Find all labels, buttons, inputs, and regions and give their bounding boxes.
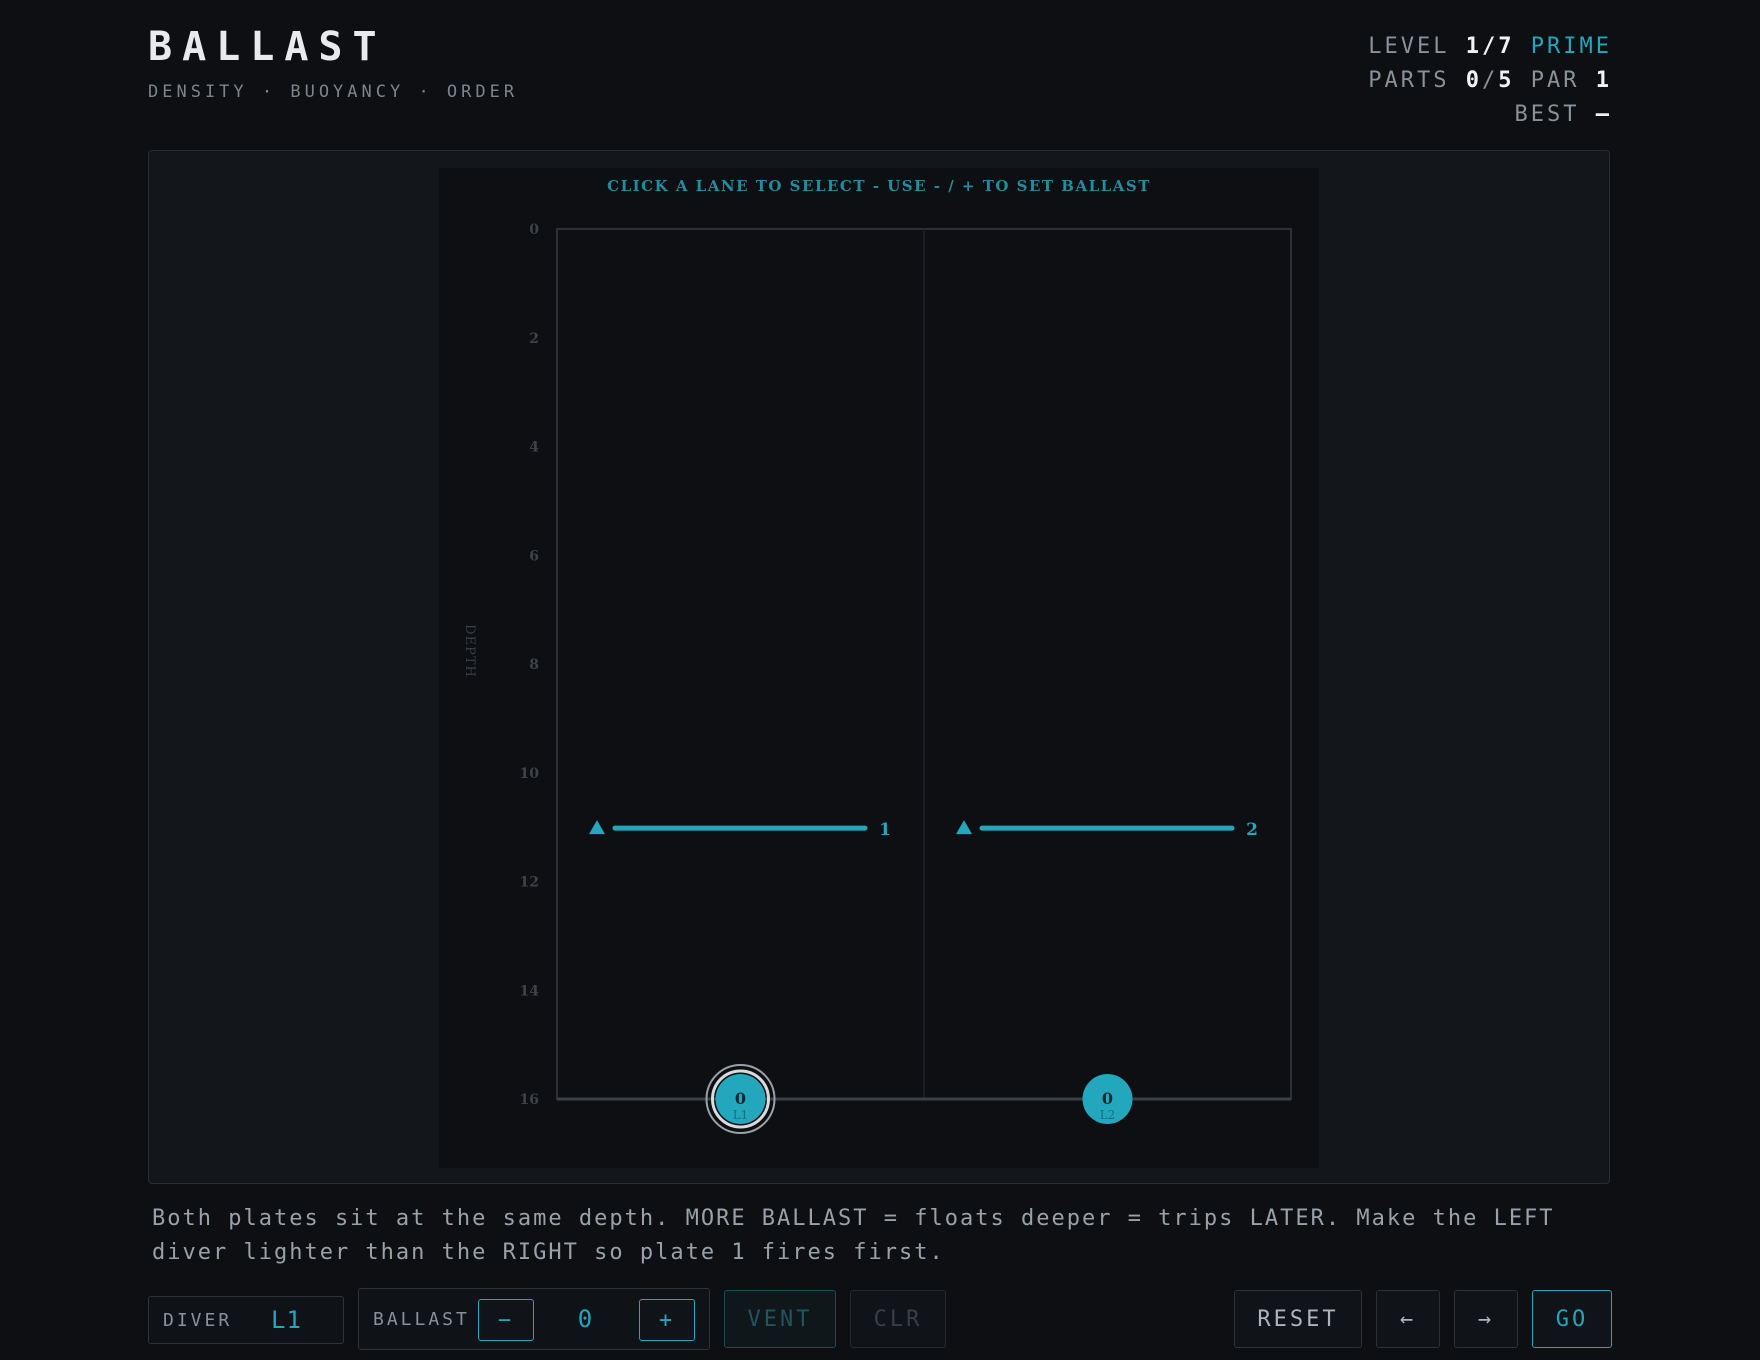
diver-label: DIVER <box>163 1310 233 1331</box>
depth-tick-label: 10 <box>520 766 540 782</box>
board-instruction: CLICK A LANE TO SELECT - USE - / + TO SE… <box>607 177 1151 195</box>
level-row: LEVEL 1/7 PRIME <box>1368 34 1612 59</box>
board-canvas[interactable]: CLICK A LANE TO SELECT - USE - / + TO SE… <box>149 151 1611 1185</box>
depth-tick-label: 12 <box>520 875 539 891</box>
next-level-button[interactable]: → <box>1454 1290 1518 1348</box>
level-hint: Both plates sit at the same depth. MORE … <box>152 1206 1555 1265</box>
vent-button[interactable]: VENT <box>724 1290 836 1348</box>
lane-hitbox[interactable] <box>557 229 924 1099</box>
depth-tick-label: 8 <box>529 657 539 673</box>
best-label: BEST <box>1514 102 1580 127</box>
depth-axis-label: DEPTH <box>462 624 477 678</box>
best-row: BEST — <box>1368 98 1612 132</box>
par-label: PAR <box>1530 68 1580 93</box>
level-name: PRIME <box>1530 34 1612 59</box>
best-value: — <box>1595 102 1612 127</box>
level-total: 7 <box>1498 34 1515 59</box>
parts-row: PARTS 0/5 PAR 1 <box>1368 68 1612 93</box>
lanes[interactable]: 10L120L2 <box>557 229 1291 1134</box>
plate-number: 2 <box>1246 820 1258 840</box>
depth-tick-label: 2 <box>529 331 539 347</box>
level-current: 1 <box>1465 34 1483 59</box>
game-page: BALLAST DENSITY · BUOYANCY · ORDER LEVEL… <box>0 0 1760 1360</box>
go-button[interactable]: GO <box>1532 1290 1612 1348</box>
par-value: 1 <box>1595 68 1612 93</box>
parts-label: PARTS <box>1368 68 1450 93</box>
diver-id-label: L2 <box>1100 1108 1116 1122</box>
depth-tick-label: 16 <box>520 1092 539 1108</box>
reset-button[interactable]: RESET <box>1234 1290 1362 1348</box>
diver-id-label: L1 <box>733 1108 749 1122</box>
ballast-decrease-button[interactable]: − <box>478 1299 534 1341</box>
ballast-value: 0 <box>577 1305 593 1333</box>
depth-tick-label: 0 <box>529 222 539 238</box>
lane-l1[interactable]: 1 0L1 <box>557 229 924 1134</box>
ballast-label: BALLAST <box>373 1309 470 1330</box>
parts-used: 0 <box>1465 68 1482 93</box>
lane-hitbox[interactable] <box>924 229 1291 1099</box>
diver-ballast-label: 0 <box>1102 1089 1113 1108</box>
diver-selector[interactable]: DIVER L1 <box>148 1296 344 1344</box>
depth-tick-label: 4 <box>529 440 539 456</box>
depth-tick-label: 6 <box>529 548 539 564</box>
level-label: LEVEL <box>1368 34 1450 59</box>
ballast-increase-button[interactable]: + <box>639 1299 695 1341</box>
diver-ballast-label: 0 <box>735 1089 746 1108</box>
plate-number: 1 <box>879 820 891 840</box>
parts-total: 5 <box>1498 68 1515 93</box>
prev-level-button[interactable]: ← <box>1376 1290 1440 1348</box>
ballast-control: BALLAST − 0 + <box>358 1288 710 1350</box>
board-frame: CLICK A LANE TO SELECT - USE - / + TO SE… <box>148 150 1610 1184</box>
depth-tick-label: 14 <box>520 983 540 999</box>
clear-button[interactable]: CLR <box>850 1290 946 1348</box>
game-subtitle: DENSITY · BUOYANCY · ORDER <box>148 82 519 102</box>
stats-panel: LEVEL 1/7 PRIME PARTS 0/5 PAR 1 BEST — <box>1368 30 1612 132</box>
diver-value: L1 <box>271 1306 302 1334</box>
game-title: BALLAST <box>148 24 387 70</box>
lane-l2[interactable]: 2 0L2 <box>924 229 1291 1124</box>
